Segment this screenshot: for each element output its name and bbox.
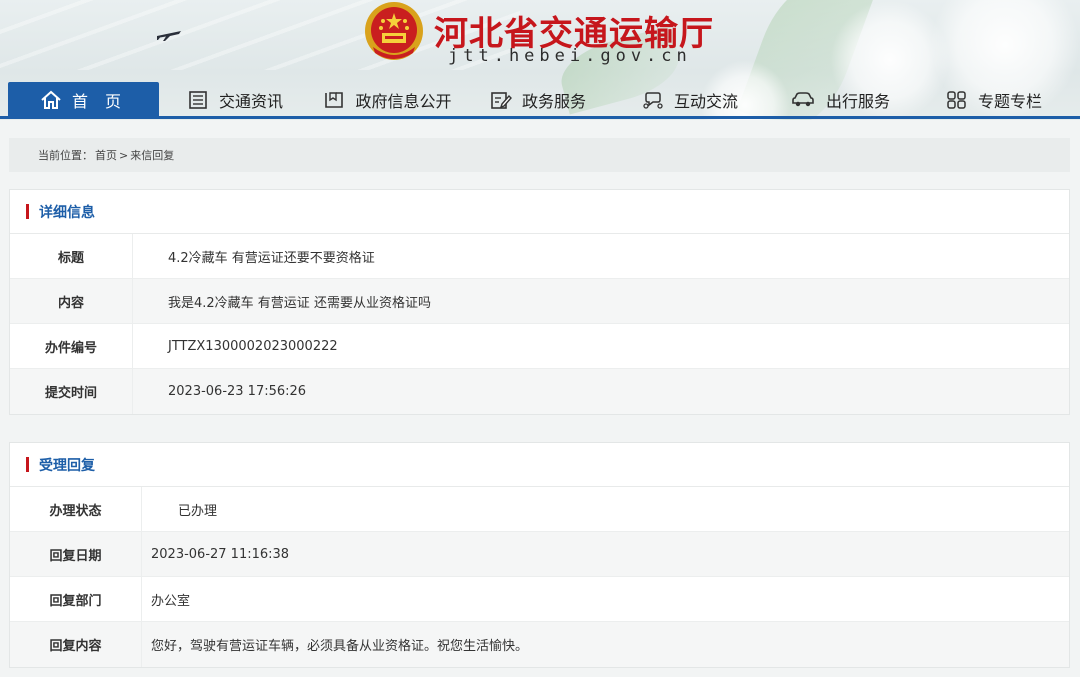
row-label: 标题 [10,234,133,278]
breadcrumb-prefix: 当前位置： [38,149,93,162]
reply-row-content: 回复内容 您好，驾驶有营运证车辆，必须具备从业资格证。祝您生活愉快。 [10,622,1069,667]
site-url: jtt.hebei.gov.cn [448,46,692,66]
nav-item-traffic-news[interactable]: 交通资讯 [185,82,285,118]
row-label: 回复内容 [10,622,142,667]
breadcrumb-home-link[interactable]: 首页 [95,147,117,163]
row-label: 办理状态 [10,487,142,531]
detail-row-content: 内容 我是4.2冷藏车 有营运证 还需要从业资格证吗 [10,279,1069,324]
status-badge: 已办理 [178,503,218,519]
row-value: 2023-06-27 11:16:38 [151,546,290,562]
section-marker [26,457,29,472]
row-value: 4.2冷藏车 有营运证还要不要资格证 [168,250,375,266]
row-label: 办件编号 [10,324,133,368]
reply-row-status: 办理状态 已办理 [10,487,1069,532]
nav-underline [0,116,1080,119]
nav-item-label: 专题专栏 [977,92,1042,111]
grid-icon [947,91,966,109]
detail-row-submit-time: 提交时间 2023-06-23 17:56:26 [10,369,1069,414]
nav-item-gov-info[interactable]: 政府信息公开 [320,82,455,118]
nav-item-label: 互动交流 [673,92,738,111]
car-icon [792,92,814,107]
breadcrumb-separator: > [119,148,129,162]
reply-row-department: 回复部门 办公室 [10,577,1069,622]
nav-item-home[interactable]: 首 页 [8,82,159,118]
row-value: 办公室 [151,593,191,609]
nav-item-label: 交通资讯 [218,92,283,111]
reply-row-date: 回复日期 2023-06-27 11:16:38 [10,532,1069,577]
row-label: 提交时间 [10,369,133,414]
nav-item-travel-service[interactable]: 出行服务 [788,82,892,118]
airplane-icon [157,31,181,41]
row-value: 您好，驾驶有营运证车辆，必须具备从业资格证。祝您生活愉快。 [151,639,529,654]
national-emblem-logo [365,2,423,60]
section-marker [26,204,29,219]
newspaper-icon [189,91,207,109]
detail-row-title: 标题 4.2冷藏车 有营运证还要不要资格证 [10,234,1069,279]
row-value: 我是4.2冷藏车 有营运证 还需要从业资格证吗 [168,295,431,311]
row-value: JTTZX1300002023000222 [168,338,338,354]
detail-panel: 详细信息 标题 4.2冷藏车 有营运证还要不要资格证 内容 我是4.2冷藏车 有… [9,189,1070,415]
nav-item-gov-service[interactable]: 政务服务 [487,82,589,118]
nav-item-label: 出行服务 [825,92,890,111]
chat-icon [643,92,663,109]
nav-item-label: 政府信息公开 [355,92,452,111]
breadcrumb-current: 来信回复 [130,149,175,162]
nav-item-label: 政务服务 [521,92,586,111]
reply-panel-header: 受理回复 [10,443,1069,487]
row-label: 回复部门 [10,577,142,621]
main-nav: 首 页 交通资讯 政府信息公开 政务服务 互动交流 出行服务 专题专栏 [0,82,1080,120]
edit-icon [491,92,512,109]
row-value: 2023-06-23 17:56:26 [168,384,307,399]
reply-panel: 受理回复 办理状态 已办理 回复日期 2023-06-27 11:16:38 回… [9,442,1070,668]
row-label: 内容 [10,279,133,323]
nav-item-label: 首 页 [71,92,128,111]
nav-item-special-topics[interactable]: 专题专栏 [942,82,1046,118]
detail-row-case-number: 办件编号 JTTZX1300002023000222 [10,324,1069,369]
row-label: 回复日期 [10,532,142,576]
nav-item-interaction[interactable]: 互动交流 [638,82,742,118]
home-icon [41,90,61,109]
detail-section-title: 详细信息 [39,204,95,221]
breadcrumb: 当前位置： 首页 > 来信回复 [9,138,1070,172]
document-icon [325,92,344,108]
reply-section-title: 受理回复 [39,457,95,474]
detail-panel-header: 详细信息 [10,190,1069,234]
